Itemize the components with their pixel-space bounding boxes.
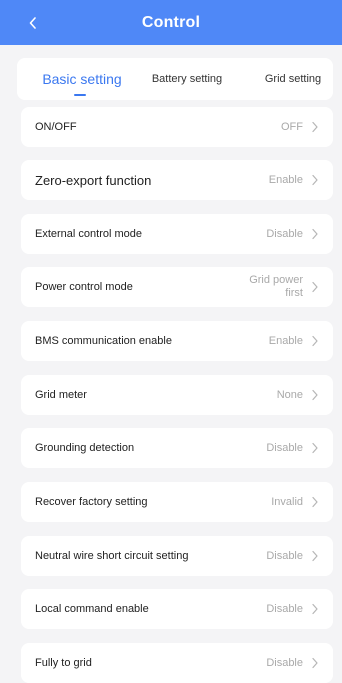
chevron-right-icon [312,603,318,615]
tab-battery-setting[interactable]: Battery setting [141,58,233,100]
chevron-right-icon [312,496,318,508]
setting-value: Grid power first [249,274,303,300]
setting-value: Enable [268,334,303,347]
setting-label: Fully to grid [35,657,92,669]
setting-label: Recover factory setting [35,496,148,508]
setting-value: Invalid [271,495,303,508]
setting-value-line-2: first [285,287,303,299]
chevron-right-icon [312,335,318,347]
setting-row-external-control-mode[interactable]: External control mode Disable [21,214,333,254]
chevron-right-icon [312,550,318,562]
chevron-right-icon [312,657,318,669]
chevron-right-icon [312,442,318,454]
chevron-right-icon [312,281,318,293]
chevron-right-icon [312,121,318,133]
setting-value-line-1: Grid power [249,274,303,286]
chevron-right-icon [312,174,318,186]
setting-row-grounding-detection[interactable]: Grounding detection Disable [21,428,333,468]
setting-value: Disable [266,549,303,562]
setting-value: OFF [281,120,303,133]
setting-label: BMS communication enable [35,335,172,347]
chevron-right-icon [312,389,318,401]
tab-bar: Basic setting Battery setting Grid setti… [17,58,333,100]
setting-value: Disable [266,656,303,669]
setting-value: None [276,388,303,401]
setting-label: Power control mode [35,281,133,293]
setting-row-zero-export[interactable]: Zero-export function Enable [21,160,333,200]
setting-row-on-off[interactable]: ON/OFF OFF [21,107,333,147]
setting-label: Neutral wire short circuit setting [35,550,189,562]
active-tab-indicator [74,94,86,96]
chevron-right-icon [312,228,318,240]
app-header: Control [0,0,342,45]
setting-row-power-control-mode[interactable]: Power control mode Grid power first [21,267,333,307]
setting-label: Grounding detection [35,442,135,454]
setting-label: Local command enable [35,603,149,615]
page-title: Control [141,13,201,31]
setting-label: Zero-export function [35,172,152,188]
setting-value: Disable [266,227,303,240]
setting-label: External control mode [35,228,142,240]
tab-grid-setting[interactable]: Grid setting [257,58,329,100]
setting-value: Disable [266,602,303,615]
setting-row-grid-meter[interactable]: Grid meter None [21,375,333,415]
setting-row-bms-communication[interactable]: BMS communication enable Enable [21,321,333,361]
setting-label: ON/OFF [35,121,77,133]
setting-row-local-command[interactable]: Local command enable Disable [21,589,333,629]
setting-row-fully-to-grid[interactable]: Fully to grid Disable [21,643,333,683]
setting-value: Disable [266,441,303,454]
setting-value: Enable [268,173,303,186]
setting-row-recover-factory[interactable]: Recover factory setting Invalid [21,482,333,522]
setting-row-neutral-wire-short-circuit[interactable]: Neutral wire short circuit setting Disab… [21,536,333,576]
setting-label: Grid meter [35,389,87,401]
